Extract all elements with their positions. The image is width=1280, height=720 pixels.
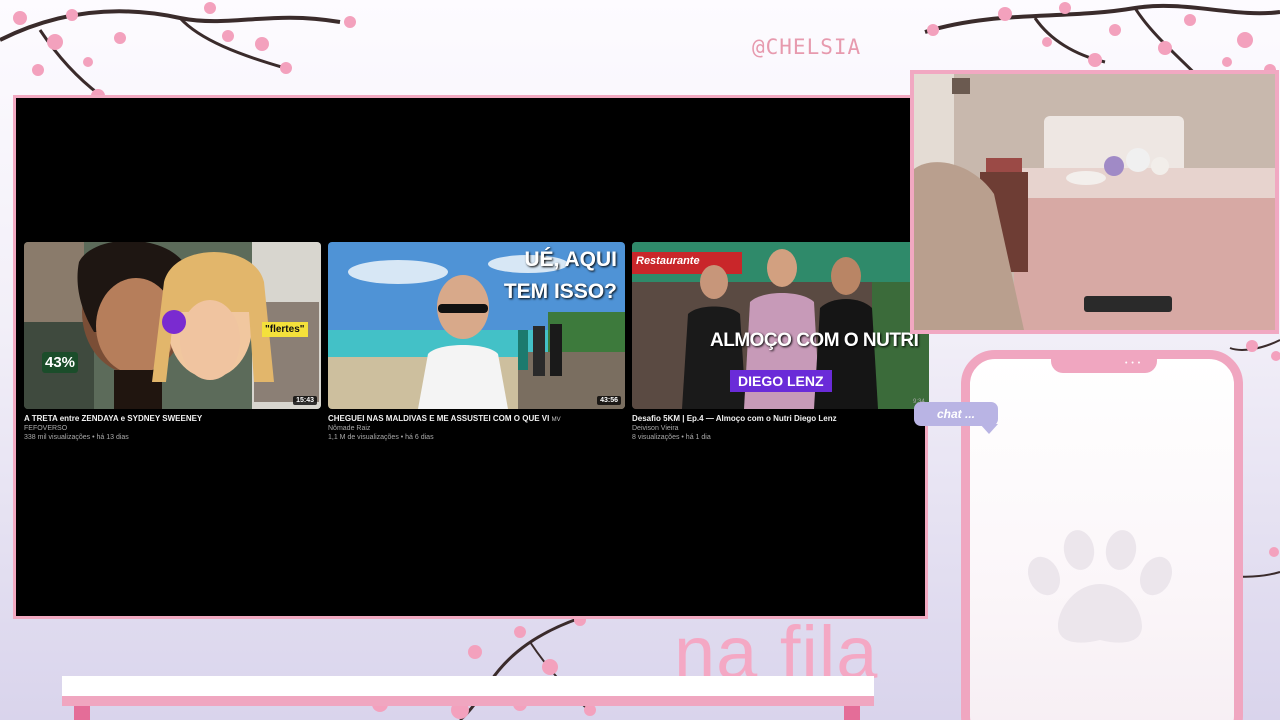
- webcam-bedroom-image: [914, 74, 1275, 330]
- chat-bubble-tail: [980, 424, 998, 434]
- video-channel[interactable]: Nômade Raiz: [328, 425, 625, 432]
- video-title[interactable]: Desafio 5KM | Ep.4 — Almoço com o Nutri …: [632, 414, 929, 423]
- thumbnail-headline-line-2: DIEGO LENZ: [730, 370, 832, 392]
- video-meta: 338 mil visualizações • há 13 dias: [24, 434, 129, 441]
- thumbnail-sign: Restaurante: [636, 255, 700, 267]
- streamer-handle: @CHELSIA: [752, 35, 862, 59]
- video-title-suffix: MV: [551, 417, 561, 423]
- shelf-leg-left: [74, 706, 90, 720]
- video-meta: 8 visualizações • há 1 dia: [632, 434, 711, 441]
- video-title[interactable]: CHEGUEI NAS MALDIVAS E ME ASSUSTEI COM O…: [328, 414, 625, 423]
- video-thumbnail[interactable]: 43% "flertes" 15:43: [24, 242, 321, 409]
- thumbnail-headline-line-1: ALMOÇO COM O NUTRI: [710, 330, 919, 351]
- thumbnail-headline-line-2: TEM ISSO?: [503, 280, 617, 303]
- video-meta: 1,1 M de visualizações • há 6 dias: [328, 434, 434, 441]
- phone-notch-dots: • • •: [1125, 360, 1142, 367]
- shelf-leg-right: [844, 706, 860, 720]
- video-duration: 43:56: [597, 396, 621, 405]
- video-card-1[interactable]: 43% "flertes" 15:43 A TRETA entre ZENDAY…: [24, 242, 321, 441]
- screen-share-window: 43% "flertes" 15:43 A TRETA entre ZENDAY…: [13, 95, 929, 619]
- paw-print-icon: [1027, 530, 1173, 643]
- video-card-2[interactable]: UÉ, AQUI TEM ISSO? 43:56 CHEGUEI NAS MAL…: [328, 242, 625, 441]
- video-title[interactable]: A TRETA entre ZENDAYA e SYDNEY SWEENEY: [24, 414, 321, 423]
- video-channel[interactable]: FEFOVERSO: [24, 425, 321, 432]
- thumbnail-headline-line-1: UÉ, AQUI: [524, 248, 617, 271]
- video-channel[interactable]: Deivison Vieira: [632, 425, 929, 432]
- video-thumbnail[interactable]: Restaurante ALMOÇO COM O NUTRI DIEGO LEN…: [632, 242, 929, 409]
- cherry-blossom-top-left: [0, 2, 356, 103]
- chat-bubble: chat ...: [914, 402, 998, 426]
- video-title-text: CHEGUEI NAS MALDIVAS E ME ASSUSTEI COM O…: [328, 414, 550, 423]
- webcam-feed: [910, 70, 1279, 334]
- video-card-3[interactable]: Restaurante ALMOÇO COM O NUTRI DIEGO LEN…: [632, 242, 929, 441]
- thumbnail-percent-badge: 43%: [42, 352, 79, 373]
- thumbnail-tag: "flertes": [262, 322, 308, 337]
- shelf: [62, 676, 874, 706]
- video-duration: 15:43: [293, 396, 317, 405]
- video-thumbnail[interactable]: UÉ, AQUI TEM ISSO? 43:56: [328, 242, 625, 409]
